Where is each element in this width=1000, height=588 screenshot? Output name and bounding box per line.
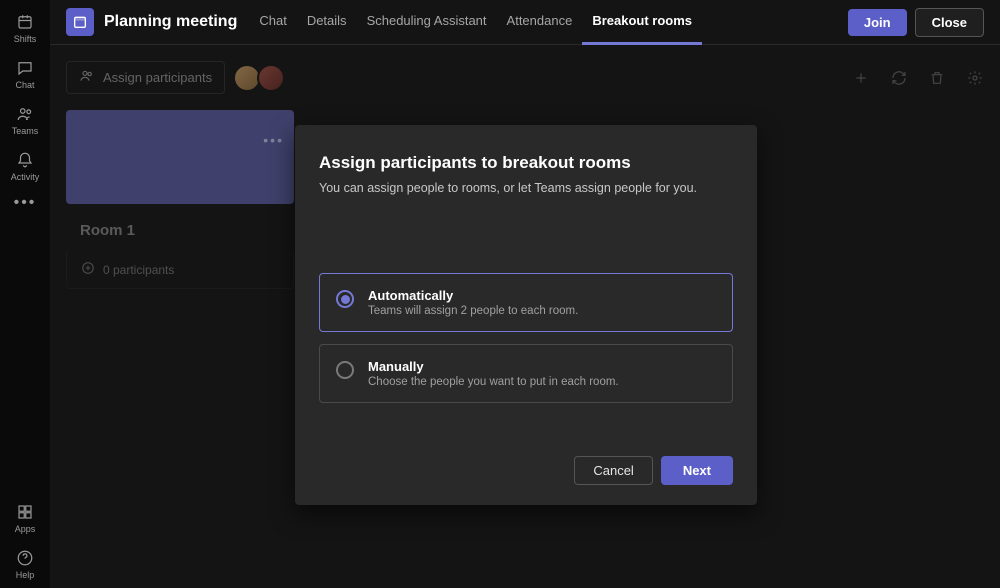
option-title: Manually: [368, 359, 619, 374]
rail-more-icon[interactable]: •••: [14, 194, 37, 212]
join-button[interactable]: Join: [848, 9, 907, 36]
rail-label: Apps: [15, 524, 36, 534]
tab-chat[interactable]: Chat: [249, 0, 296, 45]
tab-details[interactable]: Details: [297, 0, 357, 45]
app-rail: Shifts Chat Teams Activity ••• Apps Help: [0, 0, 50, 588]
assign-participants-modal: Assign participants to breakout rooms Yo…: [295, 125, 757, 505]
activity-icon: [15, 150, 35, 170]
rail-item-apps[interactable]: Apps: [0, 496, 50, 542]
close-button[interactable]: Close: [915, 8, 984, 37]
tab-scheduling-assistant[interactable]: Scheduling Assistant: [357, 0, 497, 45]
rail-item-activity[interactable]: Activity: [0, 144, 50, 190]
help-icon: [15, 548, 35, 568]
chat-icon: [15, 58, 35, 78]
option-title: Automatically: [368, 288, 578, 303]
rail-label: Shifts: [14, 34, 37, 44]
cancel-button[interactable]: Cancel: [574, 456, 652, 485]
rail-item-teams[interactable]: Teams: [0, 98, 50, 144]
rail-label: Chat: [15, 80, 34, 90]
meeting-tabs: Chat Details Scheduling Assistant Attend…: [249, 0, 702, 45]
modal-subtitle: You can assign people to rooms, or let T…: [319, 181, 733, 195]
rail-label: Activity: [11, 172, 40, 182]
option-manually[interactable]: Manually Choose the people you want to p…: [319, 344, 733, 403]
rail-label: Teams: [12, 126, 39, 136]
rail-item-shifts[interactable]: Shifts: [0, 6, 50, 52]
rail-item-chat[interactable]: Chat: [0, 52, 50, 98]
meeting-title: Planning meeting: [104, 13, 237, 31]
assign-options: Automatically Teams will assign 2 people…: [319, 273, 733, 403]
tab-attendance[interactable]: Attendance: [497, 0, 583, 45]
rail-item-help[interactable]: Help: [0, 542, 50, 588]
teams-icon: [15, 104, 35, 124]
tab-breakout-rooms[interactable]: Breakout rooms: [582, 0, 702, 45]
meeting-header: Planning meeting Chat Details Scheduling…: [50, 0, 1000, 45]
modal-actions: Cancel Next: [319, 456, 733, 485]
rail-label: Help: [16, 570, 35, 580]
calendar-icon: [66, 8, 94, 36]
radio-icon: [336, 290, 354, 308]
option-desc: Teams will assign 2 people to each room.: [368, 305, 578, 317]
modal-title: Assign participants to breakout rooms: [319, 153, 733, 173]
radio-icon: [336, 361, 354, 379]
option-desc: Choose the people you want to put in eac…: [368, 376, 619, 388]
apps-icon: [15, 502, 35, 522]
next-button[interactable]: Next: [661, 456, 733, 485]
shifts-icon: [15, 12, 35, 32]
option-automatically[interactable]: Automatically Teams will assign 2 people…: [319, 273, 733, 332]
